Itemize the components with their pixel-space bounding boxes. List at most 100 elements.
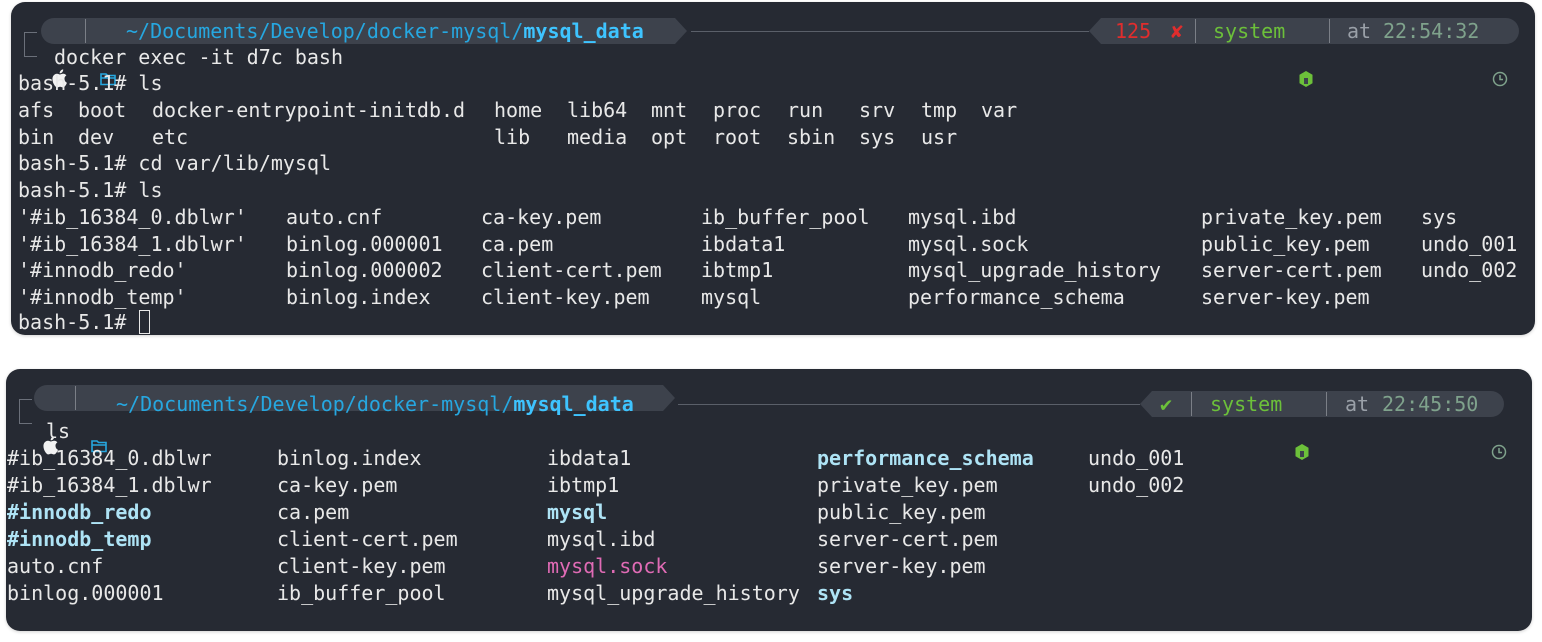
ls-entry: proc xyxy=(713,98,762,122)
ls-entry: server-key.pem xyxy=(1201,284,1370,309)
ls-entry: boot xyxy=(78,98,127,122)
ls-entry: mysql.sock xyxy=(547,554,668,578)
terminal-cursor[interactable] xyxy=(139,310,150,334)
path-dir: mysql_data xyxy=(513,392,634,416)
ls-entry: run xyxy=(787,98,824,122)
ls-entry: #innodb_redo xyxy=(7,500,152,524)
shell-line: bash-5.1# ls xyxy=(18,71,163,95)
ls-entry: sys xyxy=(817,581,854,605)
ls-entry: media xyxy=(567,125,628,149)
ls-entry: srv xyxy=(859,98,896,122)
ls-entry: ibdata1 xyxy=(547,446,632,470)
ls-entry: public_key.pem xyxy=(817,500,986,524)
exit-code: 125 xyxy=(1115,19,1152,43)
env-name: system xyxy=(1213,19,1286,43)
prompt-divider xyxy=(1195,19,1196,43)
at-label: at xyxy=(1345,392,1370,416)
ls-entry: undo_001 xyxy=(1088,446,1185,470)
path-dir: mysql_data xyxy=(523,19,644,43)
ls-entry: '#innodb_temp' xyxy=(18,284,187,309)
command-text: docker exec -it d7c bash xyxy=(54,45,343,69)
ls-entry: ca-key.pem xyxy=(481,205,602,229)
ls-entry: private_key.pem xyxy=(817,473,998,497)
ls-entry: undo_002 xyxy=(1088,473,1185,497)
ls-entry: server-cert.pem xyxy=(1201,258,1382,282)
path-prefix: ~/Documents/Develop/docker-mysql/ xyxy=(116,392,514,416)
success-icon: ✔ xyxy=(1160,392,1173,416)
ls-entry: binlog.000001 xyxy=(7,581,164,605)
ls-entry: client-cert.pem xyxy=(481,258,662,282)
ls-entry: bin xyxy=(18,125,55,149)
ls-entry: mysql.ibd xyxy=(908,205,1017,229)
ls-entry: ib_buffer_pool xyxy=(277,581,446,605)
ls-entry: auto.cnf xyxy=(7,554,104,578)
ls-entry: etc xyxy=(152,125,189,149)
node-icon xyxy=(1294,395,1342,509)
prompt-divider xyxy=(1191,392,1192,416)
prompt-time: 22:45:50 xyxy=(1382,392,1479,416)
ls-entry: binlog.000001 xyxy=(286,231,443,256)
terminal-window-2[interactable]: ~/Documents/Develop/docker-mysql/mysql_d… xyxy=(6,369,1532,631)
fail-icon: ✘ xyxy=(1171,19,1184,43)
ls-entry: mysql.sock xyxy=(908,231,1029,256)
prompt-divider xyxy=(75,386,76,410)
prompt-divider xyxy=(1329,19,1330,43)
command-text: ls xyxy=(46,419,71,443)
ls-entry: afs xyxy=(18,98,55,122)
prompt-path: ~/Documents/Develop/docker-mysql/mysql_d… xyxy=(126,18,644,45)
prompt-left-arrow xyxy=(663,385,675,411)
shell-line: bash-5.1# xyxy=(18,310,139,334)
ls-entry: mysql_upgrade_history xyxy=(547,581,800,605)
ls-entry: client-key.pem xyxy=(481,284,650,309)
prompt-divider xyxy=(1326,392,1327,416)
ls-entry: undo_002 xyxy=(1421,258,1518,282)
ls-entry: mysql xyxy=(547,500,608,524)
ls-entry: performance_schema xyxy=(817,446,1034,470)
ls-entry: var xyxy=(981,98,1018,122)
ls-entry: #ib_16384_1.dblwr xyxy=(7,473,212,497)
ls-entry: usr xyxy=(921,125,958,149)
ls-entry: #innodb_temp xyxy=(7,527,152,551)
ls-entry: sys xyxy=(1421,205,1458,229)
ls-entry: ca-key.pem xyxy=(277,473,398,497)
ls-entry: '#ib_16384_0.dblwr' xyxy=(18,205,247,229)
ls-entry: auto.cnf xyxy=(286,205,383,229)
ls-entry: '#innodb_redo' xyxy=(18,258,187,282)
clock-icon xyxy=(1492,23,1535,135)
ls-entry: ibdata1 xyxy=(701,231,786,256)
shell-line: bash-5.1# ls xyxy=(18,178,163,202)
shell-line: bash-5.1# cd var/lib/mysql xyxy=(18,151,332,175)
ls-entry: mysql xyxy=(701,284,762,309)
env-name: system xyxy=(1210,392,1283,416)
ls-entry: ca.pem xyxy=(277,500,350,524)
ls-entry: client-key.pem xyxy=(277,554,446,578)
prompt-path: ~/Documents/Develop/docker-mysql/mysql_d… xyxy=(116,391,634,418)
ls-entry: server-key.pem xyxy=(817,554,986,578)
ls-entry: sbin xyxy=(787,125,836,149)
ls-entry: ibtmp1 xyxy=(547,473,620,497)
prompt-time: 22:54:32 xyxy=(1383,19,1480,43)
ls-entry: binlog.index xyxy=(277,446,422,470)
ls-entry: sys xyxy=(859,125,896,149)
prompt-corner-bottom xyxy=(24,38,37,57)
ls-entry: server-cert.pem xyxy=(817,527,998,551)
terminal-window-1[interactable]: ~/Documents/Develop/docker-mysql/mysql_d… xyxy=(11,2,1535,335)
ls-entry: mysql.ibd xyxy=(547,527,656,551)
path-prefix: ~/Documents/Develop/docker-mysql/ xyxy=(126,19,524,43)
ls-entry: lib64 xyxy=(567,98,628,122)
ls-entry: performance_schema xyxy=(908,284,1125,309)
ls-entry: mnt xyxy=(651,98,688,122)
node-icon xyxy=(1298,22,1346,136)
prompt-corner-bottom xyxy=(19,405,32,424)
ls-entry: binlog.000002 xyxy=(286,258,443,282)
ls-entry: public_key.pem xyxy=(1201,231,1370,256)
ls-entry: opt xyxy=(651,125,688,149)
ls-entry: lib xyxy=(494,125,531,149)
ls-entry: ibtmp1 xyxy=(701,258,774,282)
ls-entry: root xyxy=(713,125,762,149)
ls-entry: dev xyxy=(78,125,115,149)
ls-entry: home xyxy=(494,98,543,122)
ls-entry: #ib_16384_0.dblwr xyxy=(7,446,212,470)
ls-entry: tmp xyxy=(921,98,958,122)
ls-entry: mysql_upgrade_history xyxy=(908,258,1161,282)
